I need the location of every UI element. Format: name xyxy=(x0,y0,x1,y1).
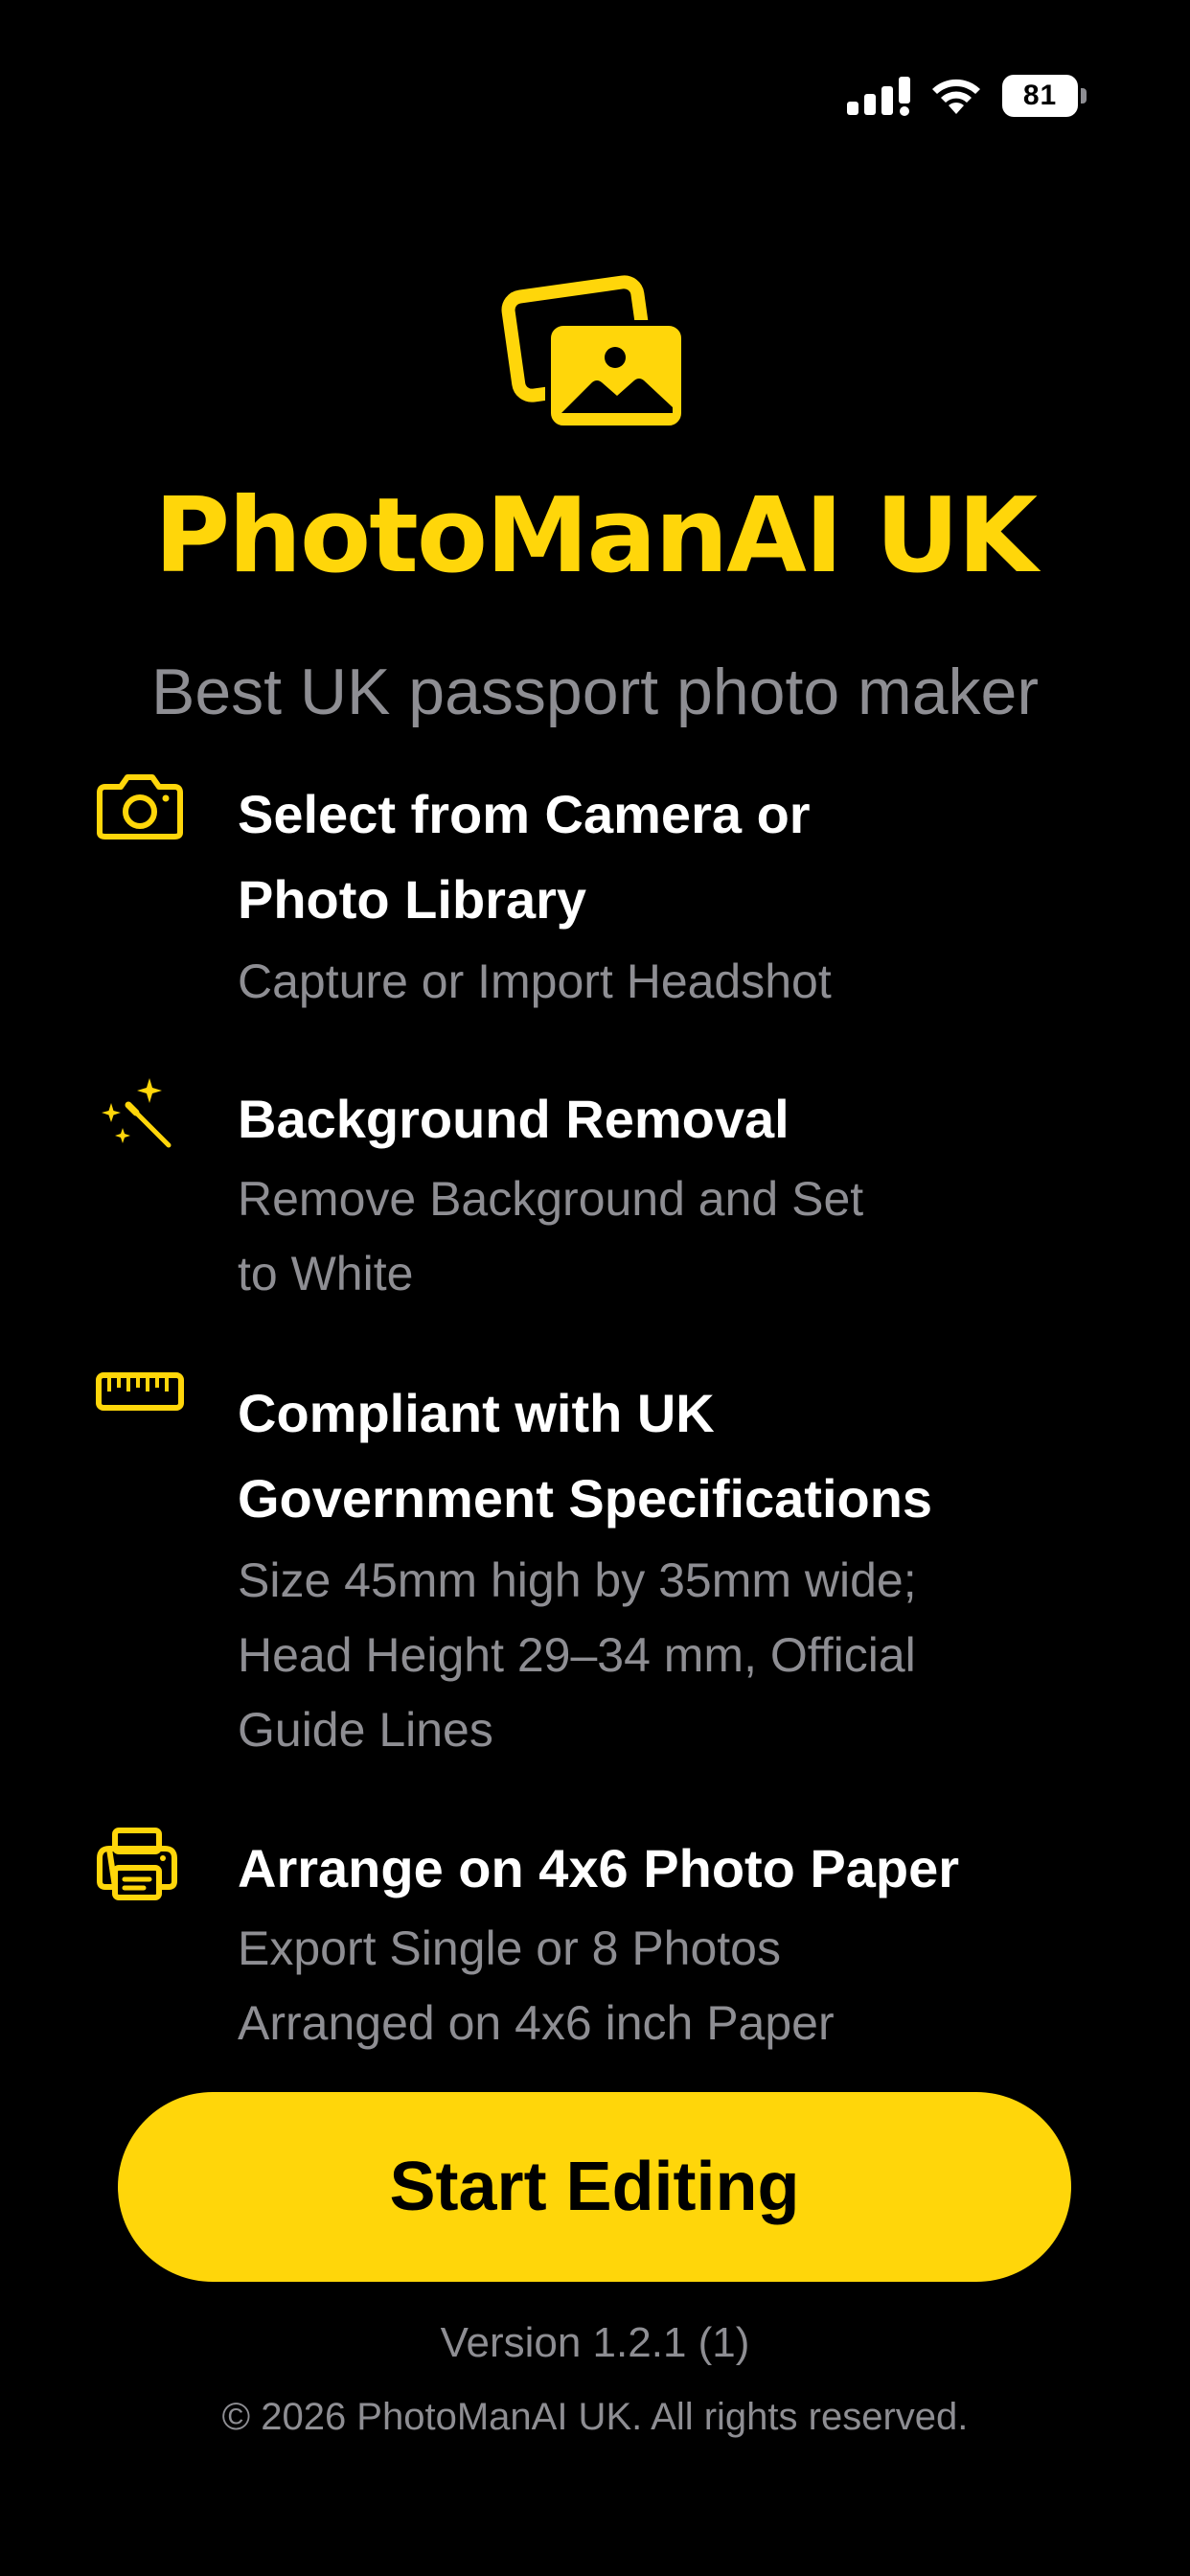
cellular-signal-icon xyxy=(847,75,910,117)
feature-description: Size 45mm high by 35mm wide; Head Height… xyxy=(238,1553,917,1757)
printer-icon xyxy=(96,1828,192,1914)
feature-description: Export Single or 8 Photos Arranged on 4x… xyxy=(238,1921,835,2050)
camera-icon xyxy=(96,773,192,860)
start-editing-label: Start Editing xyxy=(389,2149,800,2225)
wifi-icon xyxy=(929,76,983,116)
feature-title: Compliant with UK Government Specificati… xyxy=(238,1383,933,1529)
battery-icon: 81 xyxy=(1002,75,1087,117)
feature-description: Capture or Import Headshot xyxy=(238,954,832,1008)
version-text: Version 1.2.1 (1) xyxy=(440,2319,750,2366)
photos-icon xyxy=(500,273,692,436)
magic-wand-icon xyxy=(96,1076,192,1162)
ruler-icon xyxy=(96,1372,192,1459)
feature-description: Remove Background and Set to White xyxy=(238,1172,864,1300)
feature-title: Arrange on 4x6 Photo Paper xyxy=(238,1838,960,1898)
copyright-text: © 2026 PhotoManAI UK. All rights reserve… xyxy=(221,2396,969,2438)
feature-title: Background Removal xyxy=(238,1089,790,1149)
start-editing-button[interactable]: Start Editing xyxy=(118,2092,1071,2282)
app-title: PhotoManAI UK xyxy=(153,476,1038,596)
feature-title: Select from Camera or Photo Library xyxy=(238,784,811,930)
status-bar: 81 xyxy=(847,67,1087,125)
battery-level: 81 xyxy=(1002,75,1079,117)
app-subtitle: Best UK passport photo maker xyxy=(150,656,1039,728)
